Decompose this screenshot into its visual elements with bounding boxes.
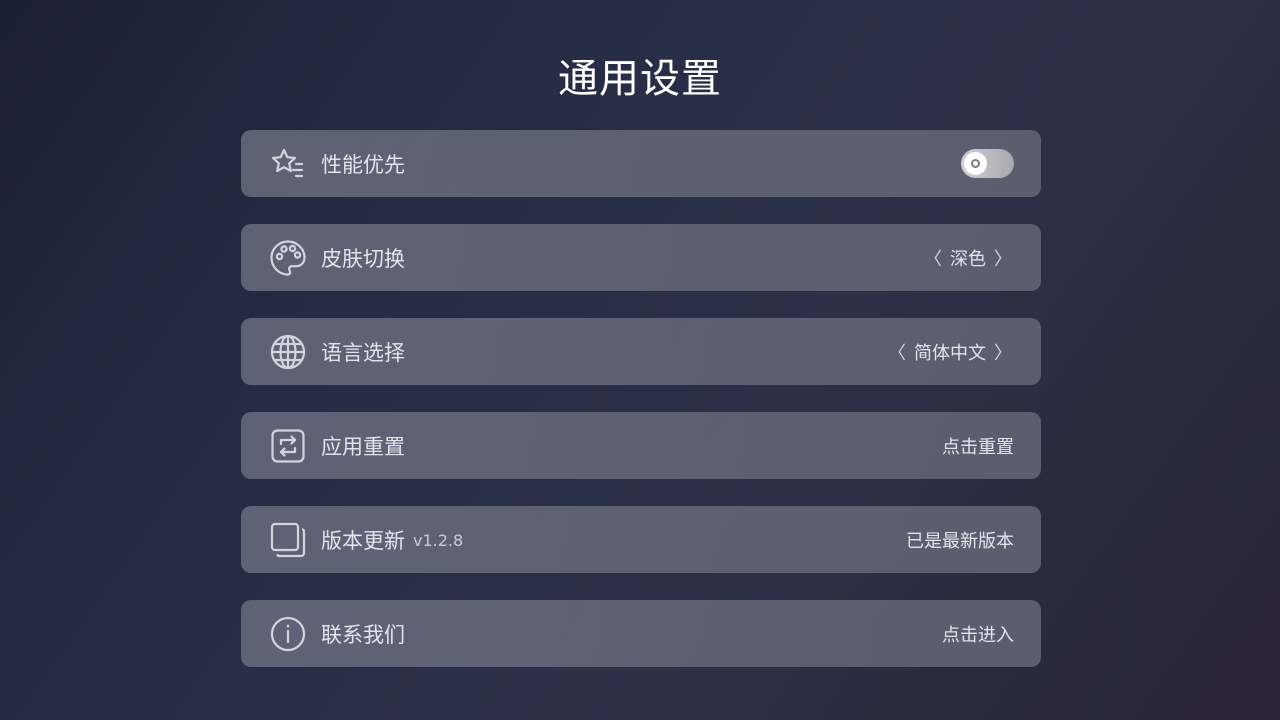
toggle-knob [964,152,987,175]
setting-row-language[interactable]: 语言选择 〈 简体中文 〉 [241,318,1041,385]
version-number: v1.2.8 [413,531,464,550]
globe-icon [269,333,307,371]
setting-label-contact: 联系我们 [321,622,405,647]
reset-action-link[interactable]: 点击重置 [942,433,1014,459]
setting-label-version: 版本更新 [321,528,405,553]
setting-row-reset[interactable]: 应用重置 点击重置 [241,412,1041,479]
chevron-right-icon[interactable]: 〉 [992,245,1014,271]
setting-label-reset: 应用重置 [321,434,405,459]
setting-label-language: 语言选择 [321,340,405,365]
language-selector: 〈 简体中文 〉 [886,339,1014,365]
chevron-right-icon[interactable]: 〉 [992,339,1014,365]
info-icon [269,615,307,653]
chevron-left-icon[interactable]: 〈 [886,339,908,365]
performance-toggle[interactable] [961,149,1014,178]
setting-row-contact[interactable]: 联系我们 点击进入 [241,600,1041,667]
setting-row-performance[interactable]: 性能优先 [241,130,1041,197]
settings-list: 性能优先 皮肤切换 〈 深色 〉 语言选择 〈 简体中文 〉 应用重置 点击重置… [241,130,1041,694]
page-title: 通用设置 [558,56,722,102]
setting-label-performance: 性能优先 [321,152,405,177]
language-value: 简体中文 [914,342,986,364]
palette-icon [269,239,307,277]
star-list-icon [269,145,307,183]
skin-value: 深色 [950,248,986,270]
version-status[interactable]: 已是最新版本 [906,527,1014,553]
setting-row-version[interactable]: 版本更新 v1.2.8 已是最新版本 [241,506,1041,573]
setting-row-skin[interactable]: 皮肤切换 〈 深色 〉 [241,224,1041,291]
reset-icon [269,427,307,465]
copy-icon [269,521,307,559]
contact-action-link[interactable]: 点击进入 [942,621,1014,647]
skin-selector: 〈 深色 〉 [922,245,1014,271]
chevron-left-icon[interactable]: 〈 [922,245,944,271]
setting-label-skin: 皮肤切换 [321,246,405,271]
